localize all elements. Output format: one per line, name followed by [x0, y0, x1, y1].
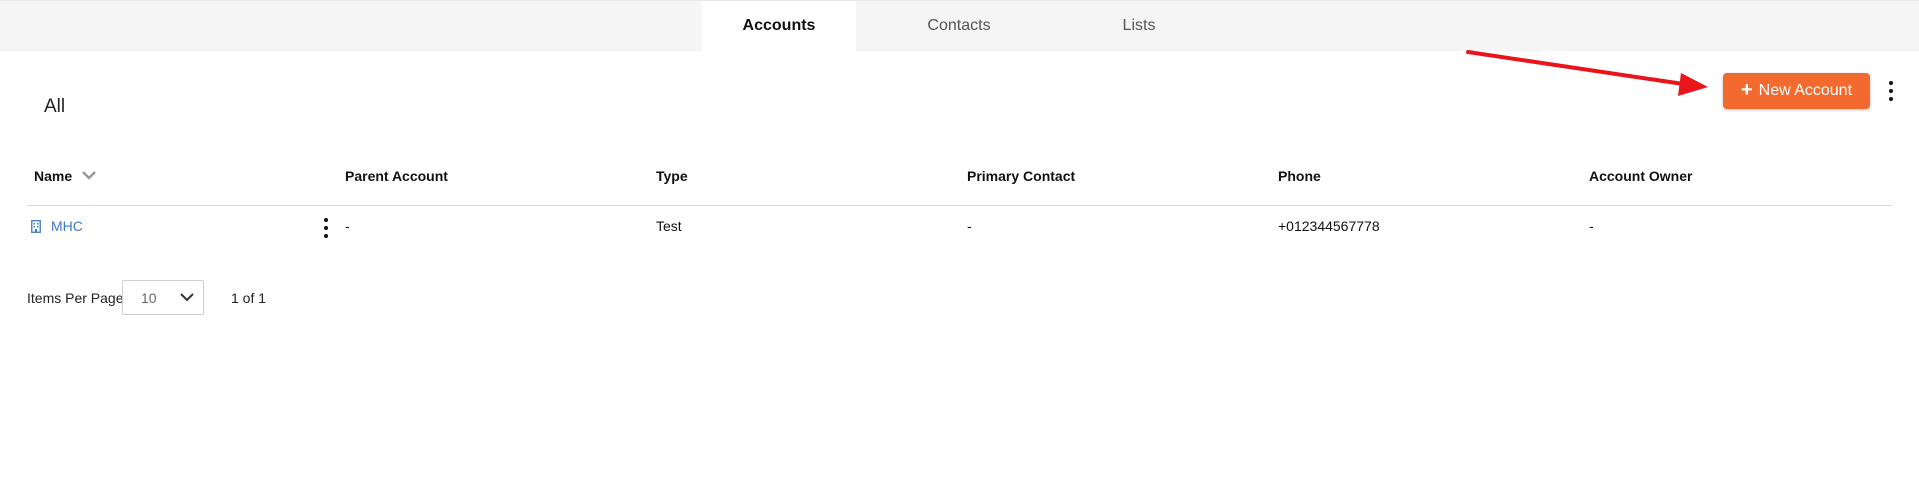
account-name: MHC	[51, 218, 83, 234]
tab-label: Contacts	[927, 17, 991, 34]
tab-contacts[interactable]: Contacts	[882, 1, 1036, 51]
cell-account-owner: -	[1589, 218, 1594, 234]
tab-label: Lists	[1122, 17, 1156, 34]
new-account-label: New Account	[1758, 82, 1853, 99]
column-header-phone: Phone	[1278, 168, 1321, 184]
column-header-parent-account: Parent Account	[345, 168, 448, 184]
column-header-account-owner: Account Owner	[1589, 168, 1693, 184]
sort-chevron-icon[interactable]	[82, 170, 96, 180]
new-account-button[interactable]: + New Account	[1723, 73, 1870, 109]
row-actions-icon[interactable]	[321, 218, 331, 238]
items-per-page-label: Items Per Page	[27, 290, 124, 306]
more-options-icon[interactable]	[1886, 81, 1896, 101]
page-info: 1 of 1	[231, 290, 267, 306]
header-divider	[27, 205, 1892, 206]
building-icon	[31, 219, 41, 233]
tab-lists[interactable]: Lists	[1062, 1, 1216, 51]
items-per-page-value: 10	[141, 289, 157, 306]
view-title: All	[44, 96, 66, 117]
cell-parent-account: -	[345, 218, 350, 234]
chevron-down-icon	[180, 293, 194, 302]
column-header-type: Type	[656, 168, 688, 184]
tab-accounts[interactable]: Accounts	[702, 1, 856, 51]
cell-type: Test	[656, 218, 682, 234]
account-name-link[interactable]: MHC	[31, 218, 83, 234]
tab-bar: Accounts Contacts Lists	[0, 0, 1919, 51]
items-per-page-select[interactable]: 10	[122, 280, 204, 315]
tab-label: Accounts	[742, 17, 816, 34]
column-header-primary-contact: Primary Contact	[967, 168, 1076, 184]
plus-icon: +	[1740, 79, 1753, 101]
column-header-name[interactable]: Name	[34, 168, 72, 184]
annotation-arrow	[1466, 50, 1708, 96]
cell-primary-contact: -	[967, 218, 972, 234]
cell-phone: +012344567778	[1278, 218, 1380, 234]
